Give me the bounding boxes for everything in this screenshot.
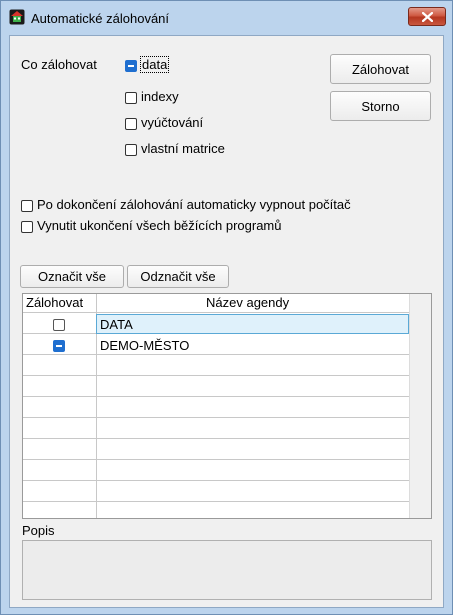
row-divider <box>23 417 409 418</box>
table-header: Zálohovat Název agendy <box>23 294 409 312</box>
header-divider <box>23 312 409 313</box>
cancel-button[interactable]: Storno <box>330 91 431 121</box>
option-billing-checkbox[interactable] <box>125 118 137 130</box>
close-icon <box>422 12 433 22</box>
backup-options-label: Co zálohovat <box>21 57 97 72</box>
row-backup-checkbox[interactable] <box>53 340 65 352</box>
app-icon <box>9 9 25 25</box>
column-header-agenda-name[interactable]: Název agendy <box>206 295 289 310</box>
row-divider <box>23 438 409 439</box>
description-label: Popis <box>22 523 55 538</box>
close-button[interactable] <box>408 7 446 26</box>
title-bar[interactable]: Automatické zálohování <box>1 1 452 35</box>
auto-shutdown-label: Po dokončení zálohování automaticky vypn… <box>37 197 351 212</box>
option-own-matrix-checkbox[interactable] <box>125 144 137 156</box>
auto-shutdown-checkbox[interactable] <box>21 200 33 212</box>
option-indexes-label: indexy <box>141 89 179 104</box>
force-close-checkbox[interactable] <box>21 221 33 233</box>
column-header-backup[interactable]: Zálohovat <box>26 295 83 310</box>
table-scrollbar[interactable] <box>409 294 431 518</box>
row-divider <box>23 375 409 376</box>
window-title: Automatické zálohování <box>31 11 170 26</box>
dialog-content: Co zálohovat data indexy vyúčtování vlas… <box>9 35 444 608</box>
row-divider <box>23 480 409 481</box>
option-own-matrix-label: vlastní matrice <box>141 141 225 156</box>
agenda-table[interactable]: Zálohovat Název agendy DATA DEMO-MĚSTO <box>22 293 432 519</box>
description-box <box>22 540 432 600</box>
option-billing-label: vyúčtování <box>141 115 204 130</box>
option-indexes-checkbox[interactable] <box>125 92 137 104</box>
option-data-label: data <box>139 56 170 73</box>
select-all-button[interactable]: Označit vše <box>20 265 124 288</box>
row-selection-highlight <box>96 314 409 334</box>
row-divider <box>23 396 409 397</box>
option-data-checkbox[interactable] <box>125 60 137 72</box>
deselect-all-button[interactable]: Odznačit vše <box>127 265 229 288</box>
force-close-label: Vynutit ukončení všech běžících programů <box>37 218 282 233</box>
agenda-name-cell: DATA <box>100 317 133 332</box>
row-divider <box>23 354 409 355</box>
row-backup-checkbox[interactable] <box>53 319 65 331</box>
row-divider <box>23 501 409 502</box>
backup-button[interactable]: Zálohovat <box>330 54 431 84</box>
row-divider <box>23 459 409 460</box>
agenda-name-cell: DEMO-MĚSTO <box>100 338 190 353</box>
dialog-window: Automatické zálohování Co zálohovat data… <box>0 0 453 615</box>
